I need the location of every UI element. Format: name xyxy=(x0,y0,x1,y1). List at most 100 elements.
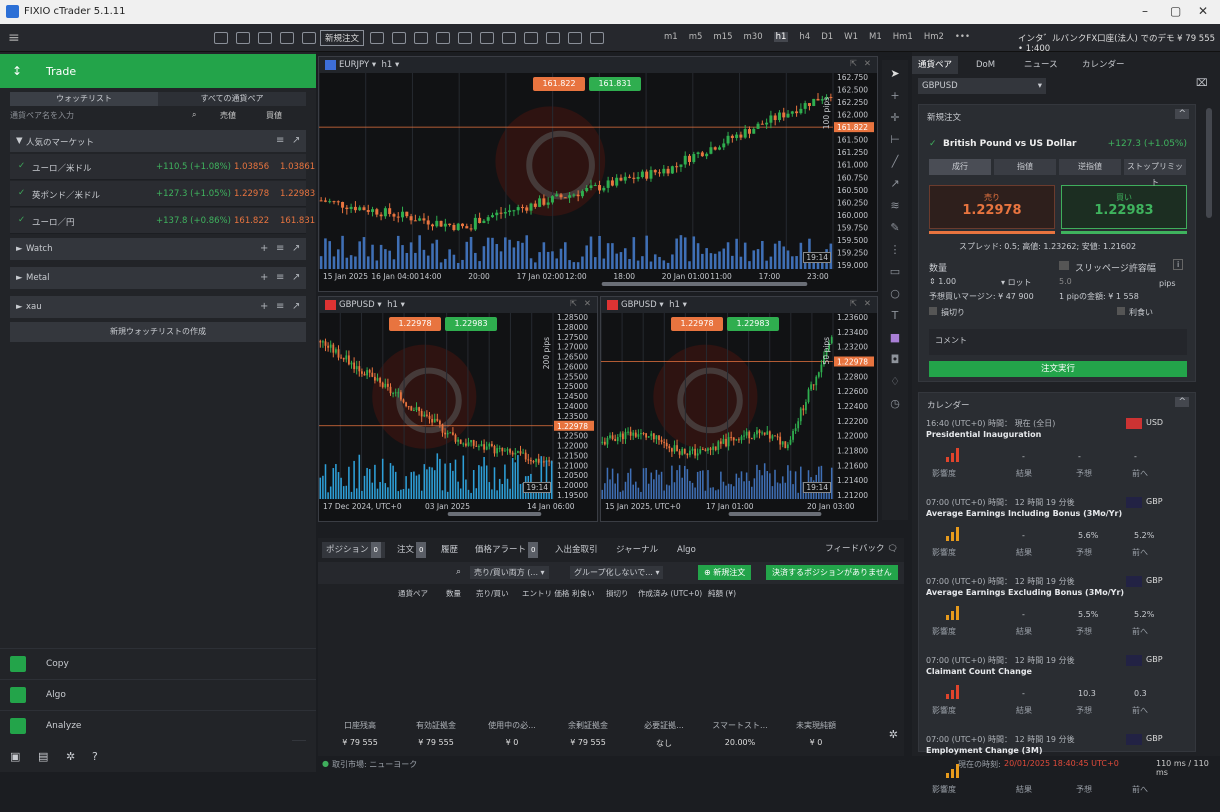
help-icon[interactable]: ? xyxy=(92,750,98,763)
column-header[interactable]: 数量 xyxy=(446,588,461,599)
chart-close-icon[interactable]: ✕ xyxy=(864,59,871,69)
rectangle-icon[interactable]: ▭ xyxy=(887,264,903,280)
candles-icon[interactable] xyxy=(414,32,428,44)
tab-5[interactable]: ジャーナル xyxy=(612,542,662,558)
tab-right-0[interactable]: 通貨ペア xyxy=(912,56,959,74)
settings-icon[interactable] xyxy=(590,32,604,44)
popout-icon[interactable]: ↗ xyxy=(292,243,300,254)
buy-button[interactable]: 買い 1.22983 xyxy=(1061,185,1187,229)
watchlist-watch[interactable]: ► Watch + ≡ ↗ xyxy=(10,238,306,260)
account-info[interactable]: インタ゛ルバンクFX口座(法人) でのデモ ¥ 79 555 • 1:400 xyxy=(1018,32,1220,54)
timeframe-•••[interactable]: ••• xyxy=(955,32,970,42)
crosshair-icon[interactable]: + xyxy=(887,88,903,104)
tab-right-2[interactable]: ニュース xyxy=(1018,56,1064,74)
menu-icon[interactable]: ≡ xyxy=(8,30,20,46)
timeframe-h4[interactable]: h4 xyxy=(799,32,810,42)
column-header[interactable]: 利食い xyxy=(572,588,595,599)
ask-box[interactable]: 1.22983 xyxy=(445,317,497,331)
chart-symbol[interactable]: GBPUSD ▾ h1 ▾ xyxy=(339,300,405,310)
symbol-ask[interactable]: 1.03861 xyxy=(280,162,315,172)
tab-watchlist[interactable]: ウォッチリスト xyxy=(10,92,158,106)
order-type-1[interactable]: 指値 xyxy=(994,159,1056,175)
grid-icon[interactable] xyxy=(392,32,406,44)
symbol-ask[interactable]: 1.22983 xyxy=(280,189,315,199)
symbol-row[interactable]: ✓ ユーロ／円 +137.8 (+0.86%) 161.822 161.831 xyxy=(10,208,315,234)
bid-box[interactable]: 1.22978 xyxy=(389,317,441,331)
pen-icon[interactable]: ✎ xyxy=(887,220,903,236)
tab-0[interactable]: ポジション 0 xyxy=(322,542,385,558)
execute-order-button[interactable]: 注文実行 xyxy=(929,361,1187,377)
detach-icon[interactable]: ⇱ xyxy=(570,299,577,309)
chart-scrollbar[interactable] xyxy=(447,512,542,516)
ask-box[interactable]: 161.831 xyxy=(589,77,641,91)
detach-icon[interactable]: ⇱ xyxy=(850,59,857,69)
add-icon[interactable]: + xyxy=(260,243,268,254)
tab-2[interactable]: 履歴 xyxy=(437,542,462,558)
list-icon[interactable]: ≡ xyxy=(276,135,284,146)
camera-icon[interactable]: ◘ xyxy=(887,352,903,368)
order-type-0[interactable]: 成行 xyxy=(929,159,991,175)
wallet-icon[interactable]: ▤ xyxy=(38,750,48,763)
timeframe-M1[interactable]: M1 xyxy=(869,32,882,42)
close-icon[interactable]: ✕ xyxy=(1198,4,1208,18)
keyboard-icon[interactable] xyxy=(302,32,316,44)
new-order-button[interactable]: 新規注文 xyxy=(320,30,365,46)
price-chart[interactable]: 1.23600 1.23400 1.23200 1.22978 1.22800 1.226… xyxy=(601,313,877,521)
move-icon[interactable] xyxy=(280,32,294,44)
cursor-icon[interactable]: ➤ xyxy=(887,66,903,82)
order-type-2[interactable]: 逆指値 xyxy=(1059,159,1121,175)
calendar-event[interactable]: 07:00 (UTC+0) 時間： 12 時間 19 分後 Employment … xyxy=(926,734,1186,812)
popout-icon[interactable]: ↗ xyxy=(292,135,300,146)
order-type-3[interactable]: ストップリミット xyxy=(1124,159,1186,187)
popout-icon[interactable]: ↗ xyxy=(292,272,300,283)
sell-button[interactable]: 売り 1.22978 xyxy=(929,185,1055,229)
trendline-icon[interactable]: ╱ xyxy=(887,154,903,170)
alert-icon[interactable]: ♢ xyxy=(887,374,903,390)
ellipse-icon[interactable]: ○ xyxy=(887,286,903,302)
comment-field[interactable]: コメント xyxy=(929,329,1187,355)
chart-scrollbar[interactable] xyxy=(728,512,822,516)
column-header[interactable]: 作成済み (UTC+0) xyxy=(638,588,702,599)
calendar-event[interactable]: 16:40 (UTC+0) 時間： 現在 (全日) Presidential In… xyxy=(926,418,1186,496)
ray-icon[interactable]: ↗ xyxy=(887,176,903,192)
price-chart[interactable]: 1.285001.280001.275001.270001.265001.260… xyxy=(319,313,597,521)
crosshair2-icon[interactable]: ✛ xyxy=(887,110,903,126)
calendar-event[interactable]: 07:00 (UTC+0) 時間： 12 時間 19 分後 Average Ear… xyxy=(926,497,1186,575)
tab-4[interactable]: 入出金取引 xyxy=(551,542,602,558)
chart-close-icon[interactable]: ✕ xyxy=(864,299,871,309)
color-icon[interactable]: ■ xyxy=(887,330,903,346)
new-watchlist-button[interactable]: 新規ウォッチリストの作成 xyxy=(10,322,306,342)
close-all-button[interactable]: 決済するポジションがありません xyxy=(766,565,898,580)
chart-type-icon[interactable] xyxy=(370,32,384,44)
add-icon[interactable]: + xyxy=(260,272,268,283)
tab-1[interactable]: 注文 0 xyxy=(393,542,430,558)
text-icon[interactable]: T xyxy=(887,308,903,324)
column-header[interactable]: 通貨ペア xyxy=(398,588,428,599)
timeframe-Hm2[interactable]: Hm2 xyxy=(924,32,944,42)
collapse-icon[interactable]: ^ xyxy=(1175,109,1189,119)
slippage-checkbox[interactable] xyxy=(1059,261,1069,270)
symbol-select[interactable]: GBPUSD ▾ xyxy=(918,78,1046,94)
timeframe-W1[interactable]: W1 xyxy=(844,32,858,42)
timeframe-m15[interactable]: m15 xyxy=(713,32,732,42)
add-icon[interactable]: + xyxy=(260,301,268,312)
maximize-icon[interactable]: ▢ xyxy=(1170,4,1181,18)
symbol-search-field[interactable]: 通貨ペア名を入力 ⌕ 売値 買値 xyxy=(10,110,306,124)
qty-input[interactable]: ⇕ 1.00 ▾ ロット xyxy=(929,277,1053,291)
bars-icon[interactable] xyxy=(436,32,450,44)
timeframe-m30[interactable]: m30 xyxy=(744,32,763,42)
chart-scrollbar[interactable] xyxy=(601,282,808,286)
nav-analyze[interactable]: Analyze xyxy=(0,710,316,740)
symbol-bid[interactable]: 1.03856 xyxy=(234,162,269,172)
list-icon[interactable]: ≡ xyxy=(276,272,284,283)
zoom-in-icon[interactable] xyxy=(458,32,472,44)
tab-6[interactable]: Algo xyxy=(673,542,700,558)
tab-3[interactable]: 価格アラート 0 xyxy=(471,542,542,558)
scrollbar[interactable] xyxy=(1206,108,1212,218)
column-header[interactable]: 売り/買い xyxy=(476,588,509,599)
settings-gear-icon[interactable]: ✲ xyxy=(889,728,898,741)
bid-box[interactable]: 1.22978 xyxy=(671,317,723,331)
chart-symbol[interactable]: GBPUSD ▾ h1 ▾ xyxy=(621,300,687,310)
symbol-row[interactable]: ✓ 英ポンド／米ドル +127.3 (+1.05%) 1.22978 1.22983 xyxy=(10,181,315,207)
watchlist-xau[interactable]: ► xau + ≡ ↗ xyxy=(10,296,306,318)
